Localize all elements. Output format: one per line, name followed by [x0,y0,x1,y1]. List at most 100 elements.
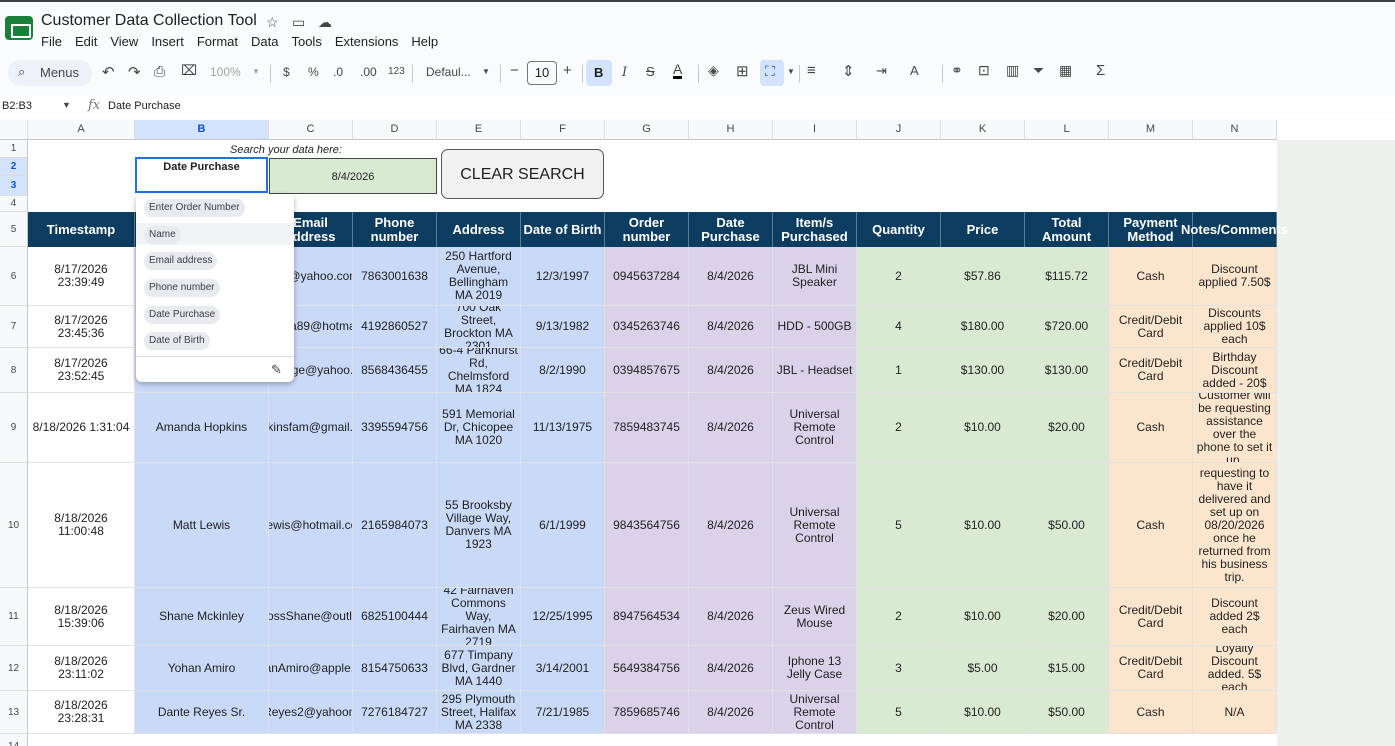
table-cell[interactable]: $20.00 [1025,393,1109,463]
menu-extensions[interactable]: Extensions [335,34,406,49]
table-cell[interactable]: 591 Memorial Dr, Chicopee MA 1020 [437,393,521,463]
table-cell[interactable]: Loyalty Discount added. 5$ each [1193,646,1277,691]
horizontal-align-icon[interactable]: ≡ [807,62,816,79]
menu-view[interactable]: View [110,34,145,49]
column-header-n[interactable]: N [1193,120,1277,140]
table-cell[interactable]: IamthebossShane@outlook.com [269,588,353,646]
table-cell[interactable]: $115.72 [1025,247,1109,306]
table-cell[interactable]: Credit/Debit Card [1109,646,1193,691]
table-cell[interactable]: 8/4/2026 [689,691,773,734]
table-cell[interactable]: 9843564756 [605,463,689,588]
number-format-button[interactable]: 123 [388,66,405,77]
table-cell[interactable]: Yohan Amiro [135,646,269,691]
table-cell[interactable]: 8/4/2026 [689,588,773,646]
table-cell[interactable]: 8/17/2026 23:39:49 [28,247,135,306]
table-cell[interactable]: Cash [1109,247,1193,306]
table-cell[interactable]: Cash [1109,393,1193,463]
font-select[interactable]: Defaul... [426,65,471,79]
column-header-c[interactable]: C [269,120,353,140]
table-cell[interactable]: $130.00 [941,348,1025,393]
column-header-l[interactable]: L [1025,120,1109,140]
row-header-14[interactable]: 14 [0,734,28,746]
table-cell[interactable]: 7859483745 [605,393,689,463]
column-header-k[interactable]: K [941,120,1025,140]
table-cell[interactable]: Universal Remote Control [773,393,857,463]
table-cell[interactable]: Credit/Debit Card [1109,588,1193,646]
row-header-6[interactable]: 6 [0,247,28,306]
zoom-select[interactable]: 100% [210,65,241,79]
table-cell[interactable]: 8/4/2026 [689,393,773,463]
table-cell[interactable]: 9/13/1982 [521,306,605,348]
menu-data[interactable]: Data [251,34,285,49]
menu-file[interactable]: File [41,34,69,49]
table-cell[interactable]: 4 [857,306,941,348]
menu-help[interactable]: Help [411,34,445,49]
dropdown-option-name[interactable]: Name [144,226,181,244]
column-header-e[interactable]: E [437,120,521,140]
print-icon[interactable]: ⎙ [154,63,165,80]
insert-link-icon[interactable]: ⚭ [951,62,963,79]
table-cell[interactable]: $10.00 [941,463,1025,588]
table-cell[interactable]: 2 [857,247,941,306]
table-cell[interactable]: 12/3/1997 [521,247,605,306]
table-cell[interactable]: 250 Hartford Avenue, Bellingham MA 2019 [437,247,521,306]
table-cell[interactable]: 1 [857,348,941,393]
table-cell[interactable]: Universal Remote Control [773,463,857,588]
table-cell[interactable]: $10.00 [941,691,1025,734]
paint-format-icon[interactable]: ⌧ [181,62,197,79]
cloud-status-icon[interactable]: ☁ [318,14,332,31]
table-cell[interactable]: 8/4/2026 [689,463,773,588]
table-cell[interactable]: Discount applied 7.50$ [1193,247,1277,306]
table-cell[interactable]: 0945637284 [605,247,689,306]
select-all-corner[interactable] [0,120,28,140]
table-cell[interactable]: 7/21/1985 [521,691,605,734]
table-cell[interactable]: Cash [1109,691,1193,734]
dropdown-option-date-purchase[interactable]: Date Purchase [144,306,221,324]
table-cell[interactable]: Customer will be requesting assistance o… [1193,393,1277,463]
italic-button[interactable]: I [622,65,627,80]
fill-color-icon[interactable]: ◈ [708,62,719,79]
table-cell[interactable]: Discount added 2$ each [1193,588,1277,646]
search-value-input[interactable]: 8/4/2026 [269,158,437,194]
row-header-12[interactable]: 12 [0,646,28,691]
table-cell[interactable]: Dante_Reyes2@yahoomail.com [269,691,353,734]
table-cell[interactable]: 8/18/2026 15:39:06 [28,588,135,646]
table-cell[interactable]: YohanAmiro@apple.com [269,646,353,691]
move-folder-icon[interactable]: ▭ [292,14,305,31]
table-cell[interactable]: 3395594756 [353,393,437,463]
table-cell[interactable]: $180.00 [941,306,1025,348]
table-cell[interactable]: Birthday Discount added - 20$ [1193,348,1277,393]
clear-search-button[interactable]: CLEAR SEARCH [441,149,604,199]
table-cell[interactable]: 6825100444 [353,588,437,646]
table-cell[interactable]: $50.00 [1025,463,1109,588]
table-cell[interactable]: 55 Brooksby Village Way, Danvers MA 1923 [437,463,521,588]
table-cell[interactable]: N/A [1193,691,1277,734]
table-cell[interactable]: 8/18/2026 1:31:04 [28,393,135,463]
table-cell[interactable]: 7859685746 [605,691,689,734]
name-box[interactable]: B2:B3 [2,100,32,112]
column-header-d[interactable]: D [353,120,437,140]
table-cell[interactable]: 8/4/2026 [689,306,773,348]
table-cell[interactable]: 66-4 Parkhurst Rd, Chelmsford MA 1824 [437,348,521,393]
table-cell[interactable]: JBL - Headset [773,348,857,393]
table-cell[interactable]: 8568436455 [353,348,437,393]
table-cell[interactable]: 4192860527 [353,306,437,348]
table-cell[interactable]: 8947564534 [605,588,689,646]
column-header-i[interactable]: I [773,120,857,140]
star-icon[interactable]: ☆ [266,14,279,31]
table-cell[interactable]: Dante Reyes Sr. [135,691,269,734]
increase-font-size-button[interactable]: + [563,62,572,79]
table-cell[interactable]: 2 [857,393,941,463]
functions-icon[interactable]: Σ [1096,62,1105,79]
table-cell[interactable]: 11/13/1975 [521,393,605,463]
table-cell[interactable]: 8/18/2026 23:11:02 [28,646,135,691]
table-cell[interactable]: $10.00 [941,588,1025,646]
dropdown-option-email[interactable]: Email address [144,252,218,270]
table-cell[interactable]: $130.00 [1025,348,1109,393]
table-cell[interactable]: 6/1/1999 [521,463,605,588]
table-cell[interactable]: 5 [857,691,941,734]
table-cell[interactable]: $15.00 [1025,646,1109,691]
text-wrapping-icon[interactable]: ⇥ [876,63,887,79]
row-header-9[interactable]: 9 [0,393,28,463]
table-cell[interactable]: 7863001638 [353,247,437,306]
